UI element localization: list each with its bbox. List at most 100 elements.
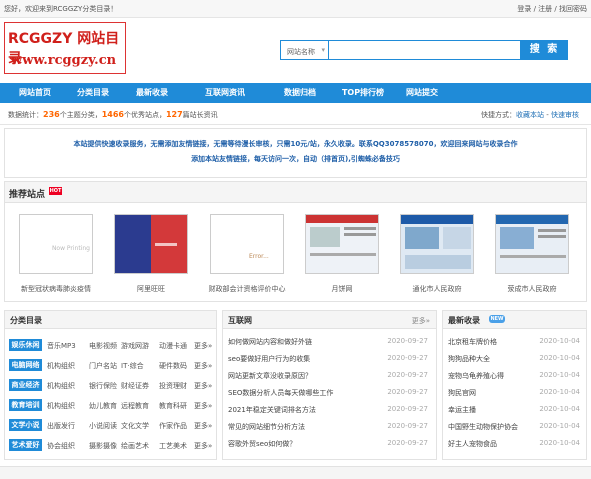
register-link[interactable]: 注册 bbox=[538, 5, 552, 13]
internet-more-link[interactable]: 更多» bbox=[412, 316, 430, 326]
nav-item-top[interactable]: TOP排行榜 bbox=[332, 83, 394, 103]
site-logo[interactable]: RCGGZY 网站目录 www.rcggzy.cn bbox=[4, 22, 126, 74]
subcategory-link[interactable]: 出版发行 bbox=[47, 421, 75, 431]
search-button[interactable]: 搜 索 bbox=[521, 40, 568, 60]
nav-item-home[interactable]: 网站首页 bbox=[6, 83, 64, 103]
list-item-title[interactable]: 容歌外贸seo如何做？ bbox=[228, 440, 296, 448]
login-link[interactable]: 登录 bbox=[517, 5, 531, 13]
subcategory-link[interactable]: 远程教育 bbox=[121, 401, 149, 411]
subcategory-link[interactable]: 机构组织 bbox=[47, 381, 75, 391]
search-type-select[interactable]: 网站名称 bbox=[280, 40, 328, 60]
latest-panel: 最新收录 NEW 北京租车牌价格 2020-10-04 狗狗品种大全 2020-10-… bbox=[442, 310, 587, 460]
list-item-date: 2020-10-04 bbox=[539, 439, 580, 447]
list-item-title[interactable]: 2021年稳定关键词排名方法 bbox=[228, 406, 316, 414]
category-more-link[interactable]: 更多» bbox=[194, 441, 212, 451]
nav-item-latest[interactable]: 最新收录 bbox=[122, 83, 182, 103]
list-item-title[interactable]: SEO数据分析人员每天做哪些工作 bbox=[228, 389, 333, 397]
site-thumb-1[interactable]: Now Printing bbox=[19, 214, 93, 274]
subcategory-link[interactable]: 机构组织 bbox=[47, 361, 75, 371]
subcategory-link[interactable]: 小说阅读 bbox=[89, 421, 117, 431]
subcategory-link[interactable]: 教育科研 bbox=[159, 401, 187, 411]
subcategory-link[interactable]: 动漫卡通 bbox=[159, 341, 187, 351]
now-printing-text: Now Printing bbox=[51, 245, 90, 252]
nav-item-categories[interactable]: 分类目录 bbox=[64, 83, 122, 103]
list-item[interactable]: 狗民官网 2020-10-04 bbox=[448, 388, 580, 400]
list-item-title[interactable]: 北京租车牌价格 bbox=[448, 338, 497, 346]
list-item[interactable]: SEO数据分析人员每天做哪些工作 2020-09-27 bbox=[228, 388, 428, 400]
subcategory-link[interactable]: 幼儿教育 bbox=[89, 401, 117, 411]
category-tag[interactable]: 艺术爱好 bbox=[9, 439, 42, 451]
quick-audit-link[interactable]: 快速审核 bbox=[551, 111, 579, 119]
site-thumb-4[interactable] bbox=[305, 214, 379, 274]
subcategory-link[interactable]: 绘画艺术 bbox=[121, 441, 149, 451]
nav-item-archive[interactable]: 数据归档 bbox=[268, 83, 332, 103]
subcategory-link[interactable]: 游戏网游 bbox=[121, 341, 149, 351]
site-name-1[interactable]: 新型冠状病毒肺炎疫情 bbox=[8, 284, 104, 294]
category-more-link[interactable]: 更多» bbox=[194, 341, 212, 351]
category-tag[interactable]: 娱乐休闲 bbox=[9, 339, 42, 351]
list-item[interactable]: 容歌外贸seo如何做？ 2020-09-27 bbox=[228, 439, 428, 451]
subcategory-link[interactable]: IT·综合 bbox=[121, 361, 144, 371]
site-thumb-2[interactable] bbox=[114, 214, 188, 274]
list-item-title[interactable]: 如何做网站内容和做好外链 bbox=[228, 338, 312, 346]
site-name-3[interactable]: 财政部会计资格评价中心 bbox=[199, 284, 295, 294]
nav-item-internet-news[interactable]: 互联网资讯 bbox=[182, 83, 268, 103]
list-item[interactable]: 狗狗品种大全 2020-10-04 bbox=[448, 354, 580, 366]
list-item[interactable]: 常见的网站细节分析方法 2020-09-27 bbox=[228, 422, 428, 434]
subcategory-link[interactable]: 电影视频 bbox=[89, 341, 117, 351]
notice-line-1[interactable]: 本站提供快速收录服务，无需添加友情链接，无需等待漫长审核，只需10元/站，永久收… bbox=[5, 139, 586, 149]
site-thumb-3[interactable]: Error... bbox=[210, 214, 284, 274]
list-item-title[interactable]: 网站更新文章没收录原因？ bbox=[228, 372, 312, 380]
subcategory-link[interactable]: 门户名站 bbox=[89, 361, 117, 371]
category-tag[interactable]: 电脑网络 bbox=[9, 359, 42, 371]
category-more-link[interactable]: 更多» bbox=[194, 401, 212, 411]
search-input[interactable] bbox=[328, 40, 521, 60]
category-more-link[interactable]: 更多» bbox=[194, 381, 212, 391]
site-name-6[interactable]: 荥成市人民政府 bbox=[484, 284, 580, 294]
category-tag[interactable]: 教育培训 bbox=[9, 399, 42, 411]
site-name-4[interactable]: 月饼网 bbox=[294, 284, 390, 294]
list-item[interactable]: 中国野生动物保护协会 2020-10-04 bbox=[448, 422, 580, 434]
list-item[interactable]: 如何做网站内容和做好外链 2020-09-27 bbox=[228, 337, 428, 349]
site-name-5[interactable]: 通化市人民政府 bbox=[389, 284, 485, 294]
category-more-link[interactable]: 更多» bbox=[194, 361, 212, 371]
list-item-title[interactable]: 幸运主播 bbox=[448, 406, 476, 414]
site-thumb-6[interactable] bbox=[495, 214, 569, 274]
bookmark-link[interactable]: 收藏本站 bbox=[516, 111, 544, 119]
list-item[interactable]: 北京租车牌价格 2020-10-04 bbox=[448, 337, 580, 349]
category-row: 商业经济 机构组织 银行保险 财经证券 投资理财 更多» bbox=[9, 379, 214, 393]
nav-item-submit[interactable]: 网站提交 bbox=[394, 83, 450, 103]
subcategory-link[interactable]: 机构组织 bbox=[47, 401, 75, 411]
category-row: 电脑网络 机构组织 门户名站 IT·综合 硬件数码 更多» bbox=[9, 359, 214, 373]
list-item-title[interactable]: 狗狗品种大全 bbox=[448, 355, 490, 363]
subcategory-link[interactable]: 作家作品 bbox=[159, 421, 187, 431]
subcategory-link[interactable]: 财经证券 bbox=[121, 381, 149, 391]
list-item[interactable]: 2021年稳定关键词排名方法 2020-09-27 bbox=[228, 405, 428, 417]
subcategory-link[interactable]: 协会组织 bbox=[47, 441, 75, 451]
subcategory-link[interactable]: 投资理财 bbox=[159, 381, 187, 391]
subcategory-link[interactable]: 摄影摄像 bbox=[89, 441, 117, 451]
subcategory-link[interactable]: 文化文学 bbox=[121, 421, 149, 431]
site-name-2[interactable]: 阿里旺旺 bbox=[103, 284, 199, 294]
category-tag[interactable]: 文学小说 bbox=[9, 419, 42, 431]
list-item[interactable]: 幸运主播 2020-10-04 bbox=[448, 405, 580, 417]
notice-line-2[interactable]: 添加本站友情链接，每天访问一次，自动（排首页),引蜘蛛必备技巧 bbox=[5, 154, 586, 164]
list-item-title[interactable]: 宠物乌龟养殖心得 bbox=[448, 372, 504, 380]
list-item[interactable]: 宠物乌龟养殖心得 2020-10-04 bbox=[448, 371, 580, 383]
list-item[interactable]: 网站更新文章没收录原因？ 2020-09-27 bbox=[228, 371, 428, 383]
subcategory-link[interactable]: 音乐MP3 bbox=[47, 341, 76, 351]
list-item-title[interactable]: seo要做好用户行为的收集 bbox=[228, 355, 310, 363]
list-item[interactable]: 好主人宠物食品 2020-10-04 bbox=[448, 439, 580, 451]
subcategory-link[interactable]: 硬件数码 bbox=[159, 361, 187, 371]
subcategory-link[interactable]: 银行保险 bbox=[89, 381, 117, 391]
list-item[interactable]: seo要做好用户行为的收集 2020-09-27 bbox=[228, 354, 428, 366]
find-password-link[interactable]: 找回密码 bbox=[559, 5, 587, 13]
category-more-link[interactable]: 更多» bbox=[194, 421, 212, 431]
list-item-title[interactable]: 中国野生动物保护协会 bbox=[448, 423, 518, 431]
subcategory-link[interactable]: 工艺美术 bbox=[159, 441, 187, 451]
list-item-title[interactable]: 好主人宠物食品 bbox=[448, 440, 497, 448]
site-thumb-5[interactable] bbox=[400, 214, 474, 274]
list-item-title[interactable]: 常见的网站细节分析方法 bbox=[228, 423, 305, 431]
list-item-title[interactable]: 狗民官网 bbox=[448, 389, 476, 397]
category-tag[interactable]: 商业经济 bbox=[9, 379, 42, 391]
